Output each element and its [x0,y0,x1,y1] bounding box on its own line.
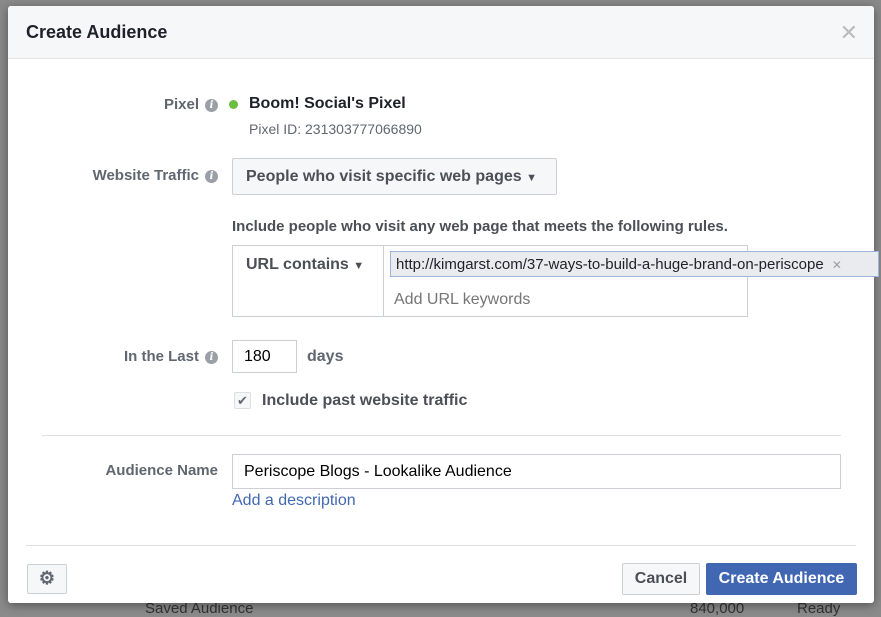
include-past-label[interactable]: Include past website traffic [262,392,467,410]
pixel-label-text: Pixel [163,96,199,113]
create-audience-button[interactable]: Create Audience [706,563,857,595]
rules-intro: Include people who visit any web page th… [232,218,728,235]
include-past-checkbox[interactable]: ✔ [234,392,251,409]
info-icon[interactable]: i [205,351,218,364]
website-traffic-label: Website Traffic i [93,167,218,184]
days-unit: days [307,348,344,365]
divider [42,435,841,436]
add-description-link[interactable]: Add a description [232,492,356,510]
close-icon[interactable]: ✕ [840,20,858,46]
url-condition-value: URL contains [246,256,349,273]
audience-name-label: Audience Name [105,462,218,479]
remove-token-icon[interactable]: ✕ [832,258,842,272]
pixel-label: Pixel i [164,96,218,113]
website-traffic-dropdown[interactable]: People who visit specific web pages ▼ [232,158,557,195]
settings-gear-icon[interactable]: ⚙ [27,564,67,594]
caret-down-icon: ▼ [526,172,537,184]
caret-down-icon: ▼ [353,260,365,272]
cancel-button[interactable]: Cancel [622,563,700,595]
in-the-last-label: In the Last i [124,348,218,365]
url-token: http://kimgarst.com/37-ways-to-build-a-h… [390,251,879,277]
pixel-name: Boom! Social's Pixel [249,95,406,112]
url-keywords-input[interactable] [388,287,743,313]
rule-box: URL contains ▼ http://kimgarst.com/37-wa… [232,245,879,317]
website-traffic-value: People who visit specific web pages [246,168,522,185]
create-audience-dialog: Create Audience ✕ Pixel i Boom! Social's … [8,6,879,603]
days-input[interactable] [232,340,297,373]
dialog-header: Create Audience ✕ [8,6,874,59]
footer-divider [26,545,856,546]
pixel-id: Pixel ID: 231303777066890 [249,121,422,137]
pixel-status-dot [229,100,238,109]
dialog-title: Create Audience [26,22,168,42]
in-the-last-label-text: In the Last [123,348,199,365]
url-condition-dropdown[interactable]: URL contains ▼ [233,246,384,316]
info-icon[interactable]: i [205,99,218,112]
audience-name-input[interactable] [232,454,841,489]
website-traffic-label-text: Website Traffic [92,167,199,184]
url-token-text: http://kimgarst.com/37-ways-to-build-a-h… [396,256,824,273]
info-icon[interactable]: i [205,170,218,183]
